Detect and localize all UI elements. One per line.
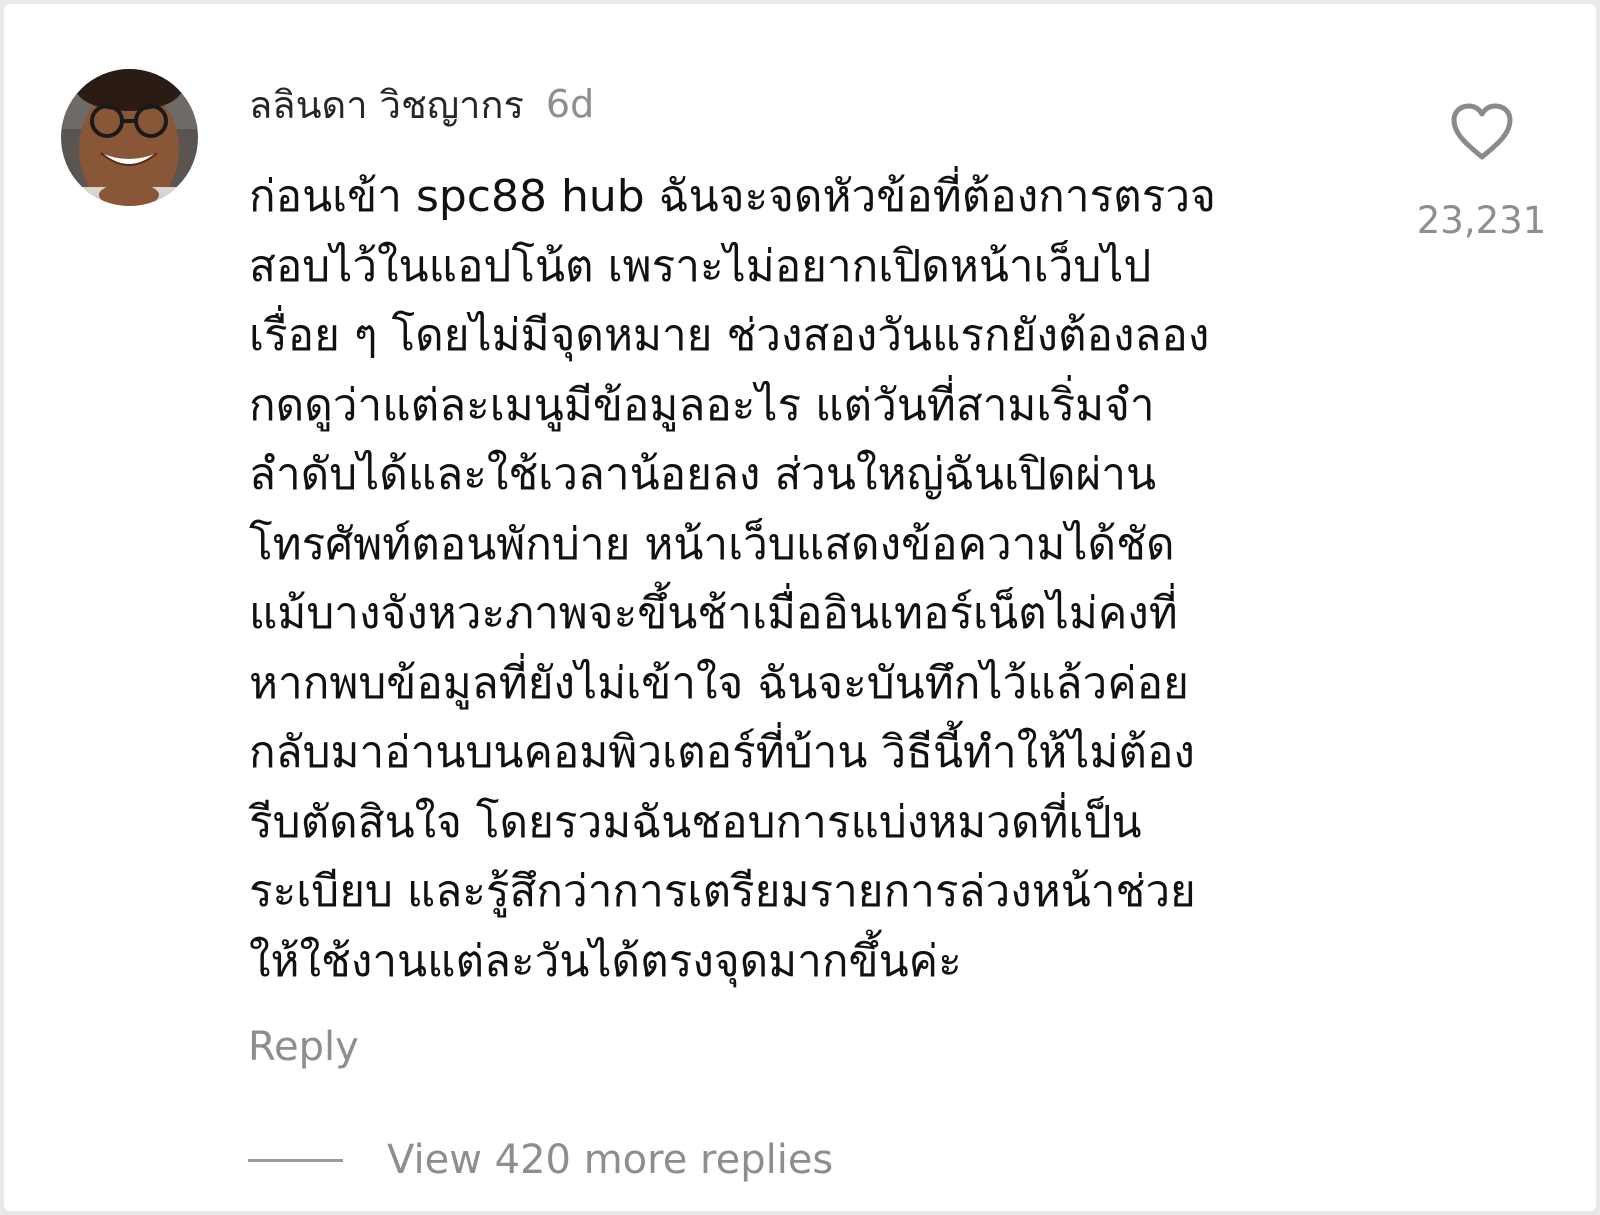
- like-count: 23,231: [1416, 199, 1547, 242]
- author-name[interactable]: ลลินดา วิชญากร: [249, 74, 524, 135]
- comment-body-line: เรื่อย ๆ โดยไม่มีจุดหมาย ช่วงสองวันแรกยั…: [249, 310, 1210, 361]
- comment-body-line: กดดูว่าแต่ละเมนูมีข้อมูลอะไร แต่วันที่สา…: [249, 379, 1155, 431]
- heart-outline-icon: [1451, 103, 1513, 160]
- like-button[interactable]: [1449, 102, 1515, 162]
- comment-body-line: ระเบียบ และรู้สึกว่าการเตรียมรายการล่วงห…: [249, 866, 1196, 917]
- reply-button[interactable]: Reply: [248, 1024, 359, 1070]
- comment-body-line: กลับมาอ่านบนคอมพิวเตอร์ที่บ้าน วิธีนี้ทำ…: [249, 727, 1195, 778]
- avatar-image: [61, 69, 198, 206]
- comment-header: ลลินดา วิชญากร 6d: [249, 74, 594, 134]
- comment-card: ลลินดา วิชญากร 6d ก่อนเข้า spc88 hub ฉัน…: [4, 4, 1596, 1211]
- comment-body-line: รีบตัดสินใจ โดยรวมฉันชอบการแบ่งหมวดที่เป…: [249, 796, 1142, 848]
- comment-body-line: ลำดับได้และใช้เวลาน้อยลง ส่วนใหญ่ฉันเปิด…: [249, 449, 1157, 500]
- divider-line: [248, 1158, 343, 1162]
- comment-body: ก่อนเข้า spc88 hub ฉันจะจดหัวข้อที่ต้องก…: [249, 162, 1349, 996]
- view-replies-label: View 420 more replies: [387, 1137, 834, 1183]
- comment-body-line: สอบไว้ในแอปโน้ต เพราะไม่อยากเปิดหน้าเว็บ…: [249, 240, 1152, 292]
- comment-body-line: หากพบข้อมูลที่ยังไม่เข้าใจ ฉันจะบันทึกไว…: [249, 657, 1189, 709]
- comment-timestamp: 6d: [545, 82, 595, 126]
- comment-body-line: แม้บางจังหวะภาพจะขึ้นช้าเมื่ออินเทอร์เน็…: [249, 588, 1178, 639]
- comment-body-line: โทรศัพท์ตอนพักบ่าย หน้าเว็บแสดงข้อความได…: [249, 518, 1175, 570]
- view-more-replies-button[interactable]: View 420 more replies: [248, 1132, 833, 1188]
- comment-body-line: ก่อนเข้า spc88 hub ฉันจะจดหัวข้อที่ต้องก…: [249, 171, 1216, 222]
- avatar[interactable]: [61, 69, 198, 206]
- comment-body-line: ให้ใช้งานแต่ละวันได้ตรงจุดมากขึ้นค่ะ: [249, 935, 962, 987]
